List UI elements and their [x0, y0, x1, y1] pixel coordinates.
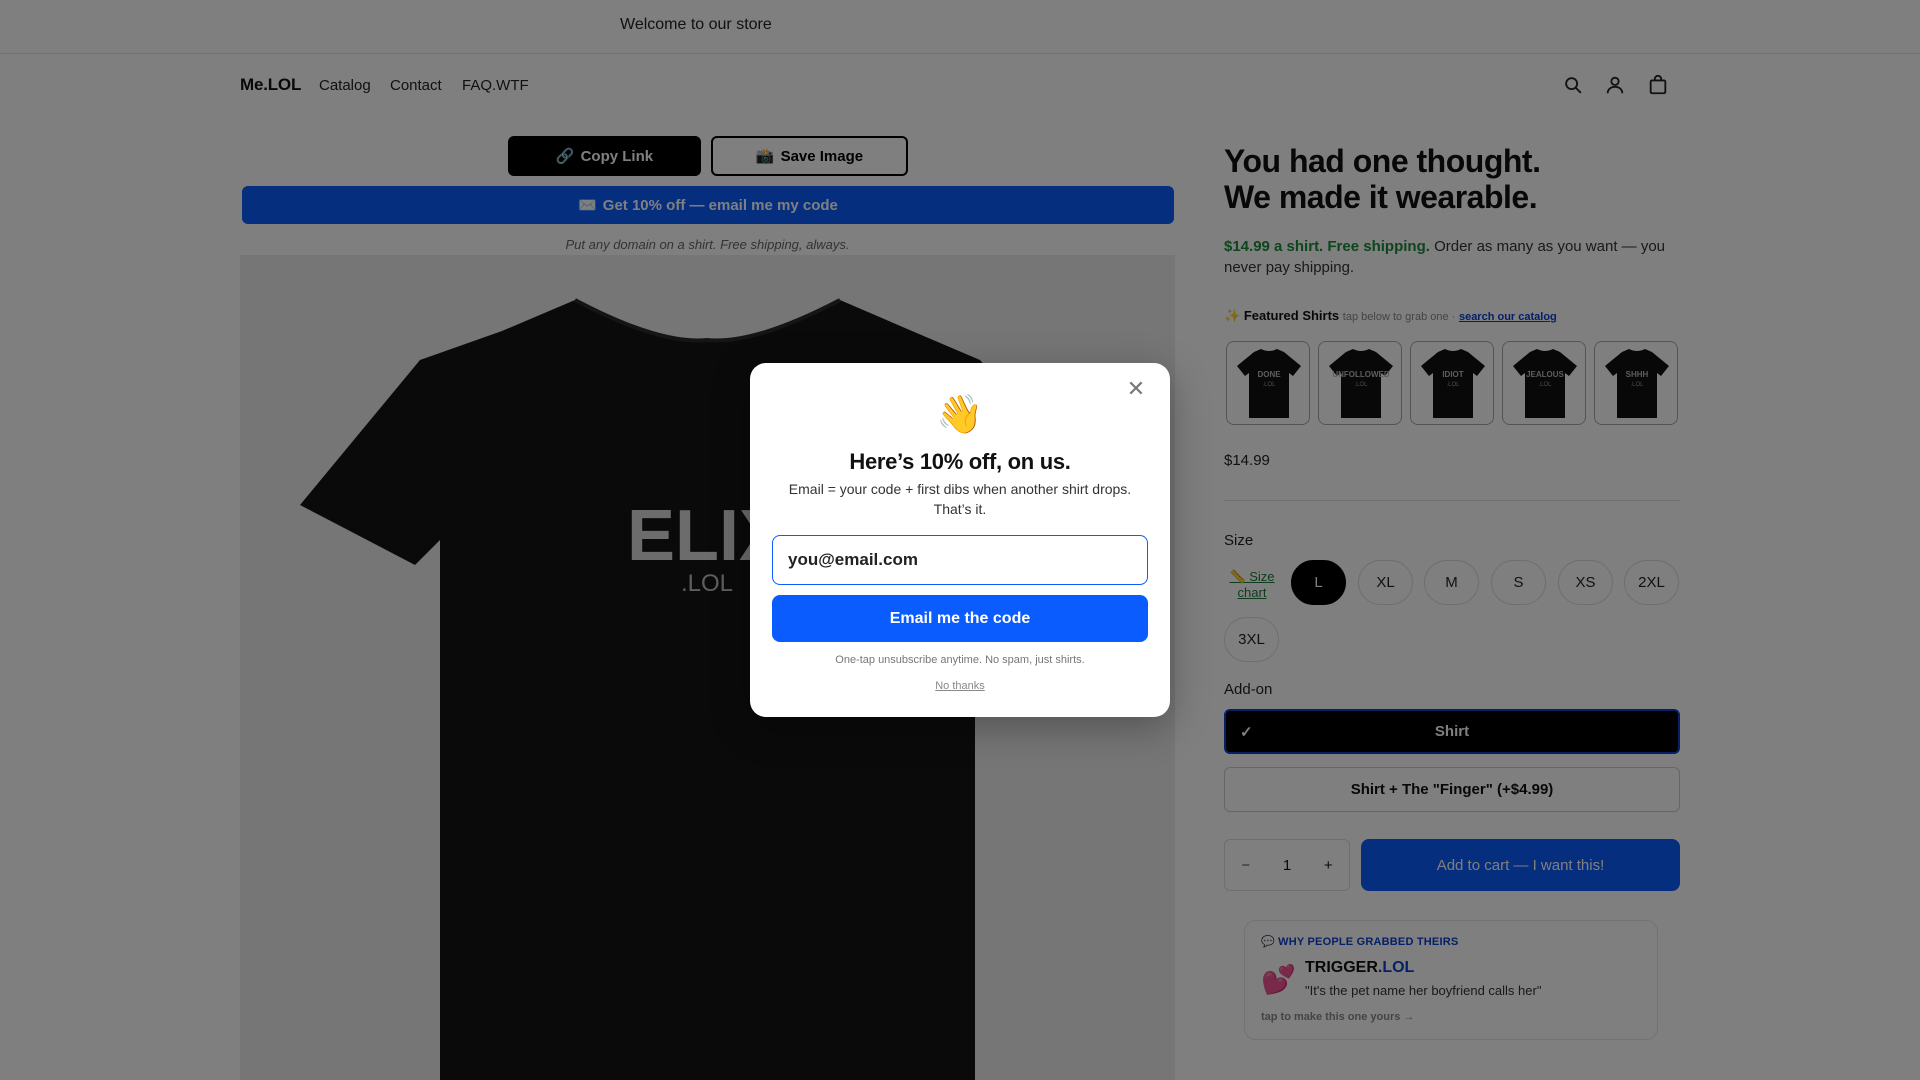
email-field[interactable] — [772, 535, 1148, 585]
modal-title: Here’s 10% off, on us. — [849, 449, 1071, 474]
modal-subtitle: Email = your code + first dibs when anot… — [788, 481, 1132, 517]
email-code-button[interactable]: Email me the code — [772, 595, 1148, 642]
discount-modal: ✕ 👋 Here’s 10% off, on us. Email = your … — [750, 363, 1170, 717]
no-thanks-link[interactable]: No thanks — [750, 680, 1170, 692]
modal-fine-print: One-tap unsubscribe anytime. No spam, ju… — [835, 654, 1085, 666]
waving-hand-icon: 👋 — [936, 394, 984, 436]
